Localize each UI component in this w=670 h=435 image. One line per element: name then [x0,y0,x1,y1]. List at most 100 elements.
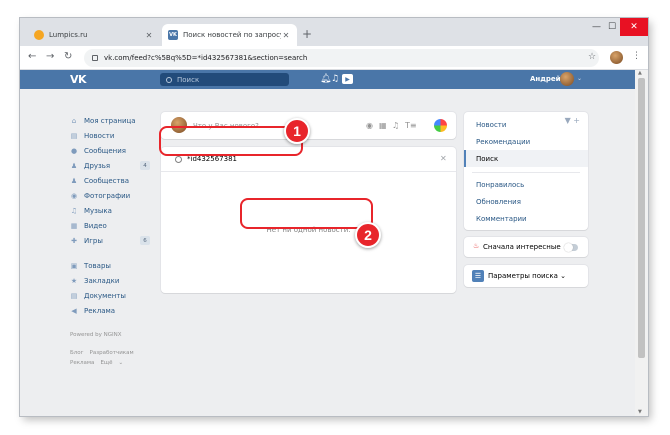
sidebar-item-label: Игры [84,236,103,245]
scroll-up-icon[interactable]: ▲ [638,70,642,76]
sidebar-item-news[interactable]: ▤ Новости [70,128,154,143]
menu-item-updates[interactable]: Обновления [464,193,588,210]
video-icon[interactable]: ▦ [379,121,387,130]
interesting-first-toggle-card[interactable]: ♨ Сначала интересные [464,237,588,257]
search-params-label[interactable]: Параметры поиска ⌄ [488,272,566,280]
bell-icon[interactable]: 🔔︎ [320,74,331,84]
sidebar-item-label: Реклама [84,306,116,315]
sidebar-item-label: Сообщения [84,146,127,155]
footer-link-more[interactable]: Ещё [100,360,112,366]
sidebar-item-friends[interactable]: ♟ Друзья 4 [70,158,154,173]
reload-icon[interactable]: ↻ [64,51,72,62]
page-scrollbar[interactable]: ▲ ▼ [635,70,648,416]
step-badge-1: 1 [284,118,310,144]
footer-link-blog[interactable]: Блог [70,350,84,356]
sidebar-item-photos[interactable]: ◉ Фотографии [70,188,154,203]
sidebar-item-bookmarks[interactable]: ★ Закладки [70,273,154,288]
address-bar: ← → ↻ vk.com/feed?c%5Bq%5D=*id432567381&… [20,46,648,70]
friends-icon: ♟ [70,161,78,170]
url-text: vk.com/feed?c%5Bq%5D=*id432567381&sectio… [104,54,308,62]
fire-icon: ♨ [473,242,480,250]
forward-icon[interactable]: → [46,51,54,62]
document-icon: ▤ [70,291,78,300]
music-icon[interactable]: ♫ [331,74,339,84]
vk-favicon-icon: VK [168,30,178,40]
tab-title: Lumpics.ru [49,31,88,39]
home-icon: ⌂ [71,116,77,125]
interesting-first-toggle[interactable] [564,243,578,252]
url-input[interactable]: vk.com/feed?c%5Bq%5D=*id432567381&sectio… [84,49,599,67]
bookmark-star-icon[interactable]: ☆ [588,52,596,62]
vk-search-placeholder: Поиск [177,75,200,84]
news-search-input[interactable]: *id432567381 [187,155,237,163]
tab-lumpics[interactable]: Lumpics.ru ✕ [28,24,160,46]
tab-close-icon[interactable]: ✕ [144,31,154,40]
camera-icon: ◉ [70,191,78,200]
tab-vk-search[interactable]: VK Поиск новостей по запросу "id ✕ [162,24,297,46]
sidebar-item-label: Видео [84,221,107,230]
sidebar-item-label: Новости [84,131,115,140]
sidebar-item-music[interactable]: ♫ Музыка [70,203,154,218]
color-picker-icon[interactable] [434,119,447,132]
ads-icon: ◀ [71,306,77,315]
footer-links: Блог Разработчикам Реклама Ещё ⌄ [70,348,154,368]
vk-header: VK Поиск 🔔︎ ♫ ▶ Андрей ⌄ [20,70,635,89]
back-icon[interactable]: ← [28,51,36,62]
article-icon[interactable]: T≡ [405,121,417,130]
chevron-down-icon[interactable]: ⌄ [118,360,123,366]
sidebar-item-label: Фотографии [84,191,131,200]
highlight-search-box [159,126,303,156]
friends-count-badge: 4 [140,161,150,170]
profile-avatar[interactable] [610,51,623,64]
browser-menu-icon[interactable]: ⋮ [632,51,641,61]
powered-by[interactable]: Powered by NGINX [70,330,154,340]
sidebar-item-label: Документы [84,291,126,300]
sidebar-item-label: Друзья [84,161,111,170]
sidebar-item-label: Товары [84,261,111,270]
sidebar-item-games[interactable]: ✚ Игры 6 [70,233,154,248]
search-icon [175,156,182,163]
sidebar-item-label: Музыка [84,206,112,215]
menu-item-recommendations[interactable]: Рекомендации [464,133,588,150]
footer-link-developers[interactable]: Разработчикам [90,350,134,356]
vk-logo[interactable]: VK [70,73,87,86]
scroll-down-icon[interactable]: ▼ [638,409,642,415]
window-close-icon[interactable]: ✕ [620,18,648,36]
search-params-card[interactable]: ☰ Параметры поиска ⌄ [464,265,588,287]
search-icon [166,76,172,83]
left-sidebar: ⌂ Моя страница ▤ Новости ● Сообщения ♟ Друзь… [70,113,154,368]
maximize-icon[interactable]: ☐ [608,22,616,32]
scrollbar-thumb[interactable] [638,78,645,358]
bag-icon: ▣ [70,261,78,270]
lumpics-favicon-icon [34,30,44,40]
sidebar-item-video[interactable]: ▦ Видео [70,218,154,233]
tab-close-icon[interactable]: ✕ [281,31,291,40]
sidebar-item-label: Моя страница [84,116,136,125]
sidebar-item-documents[interactable]: ▤ Документы [70,288,154,303]
camera-icon[interactable]: ◉ [366,121,373,130]
chevron-down-icon[interactable]: ⌄ [577,75,582,82]
menu-divider [472,172,580,173]
music-icon[interactable]: ♫ [392,121,399,130]
sidebar-item-messages[interactable]: ● Сообщения [70,143,154,158]
minimize-icon[interactable]: — [592,22,601,32]
vk-search-input[interactable]: Поиск [160,73,289,86]
menu-item-comments[interactable]: Комментарии [464,210,588,227]
play-icon[interactable]: ▶ [342,74,353,84]
menu-item-liked[interactable]: Понравилось [464,176,588,193]
communities-icon: ♟ [70,176,78,185]
user-avatar[interactable] [560,72,574,86]
sidebar-item-my-page[interactable]: ⌂ Моя страница [70,113,154,128]
sidebar-item-goods[interactable]: ▣ Товары [70,258,154,273]
clear-search-icon[interactable]: ✕ [440,154,447,163]
sidebar-item-communities[interactable]: ♟ Сообщества [70,173,154,188]
sidebar-item-ads[interactable]: ◀ Реклама [70,303,154,318]
footer-link-ads[interactable]: Реклама [70,360,94,366]
menu-item-search[interactable]: Поиск [464,150,588,167]
username[interactable]: Андрей [530,75,561,83]
sidebar-item-label: Сообщества [84,176,130,185]
step-badge-2: 2 [355,222,381,248]
new-tab-icon[interactable]: + [302,27,312,41]
sliders-icon: ☰ [472,270,484,282]
filter-icon[interactable]: ▼ + [565,116,580,125]
